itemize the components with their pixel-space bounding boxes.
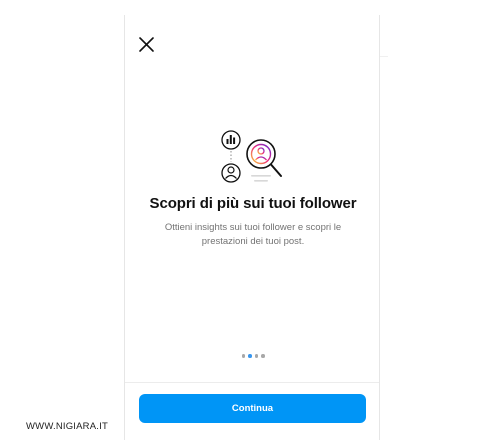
dialog-subtitle: Ottieni insights sui tuoi follower e sco… (164, 222, 342, 247)
placeholder-line (251, 175, 271, 177)
person-icon (221, 163, 241, 183)
continue-button[interactable]: Continua (139, 394, 366, 423)
dialog-title: Scopri di più sui tuoi follower (149, 195, 357, 212)
pagination-dot[interactable] (261, 354, 265, 358)
placeholder-line (254, 180, 268, 182)
pagination-dot[interactable] (254, 354, 258, 358)
bar-chart-icon (221, 130, 241, 150)
screenshot-page: Scopri di più sui tuoi follower Ottieni … (0, 0, 500, 440)
insights-illustration (215, 125, 295, 200)
pagination-dot[interactable] (248, 354, 252, 358)
insights-dialog: Scopri di più sui tuoi follower Ottieni … (124, 15, 380, 440)
pagination-dot[interactable] (241, 354, 245, 358)
pagination-dots (125, 354, 381, 358)
footer-divider (125, 382, 379, 383)
watermark: WWW.NIGIARA.IT (26, 421, 108, 432)
magnifier-icon (246, 139, 282, 177)
close-icon (139, 37, 154, 52)
close-button[interactable] (137, 35, 157, 55)
background-edge (380, 56, 388, 57)
